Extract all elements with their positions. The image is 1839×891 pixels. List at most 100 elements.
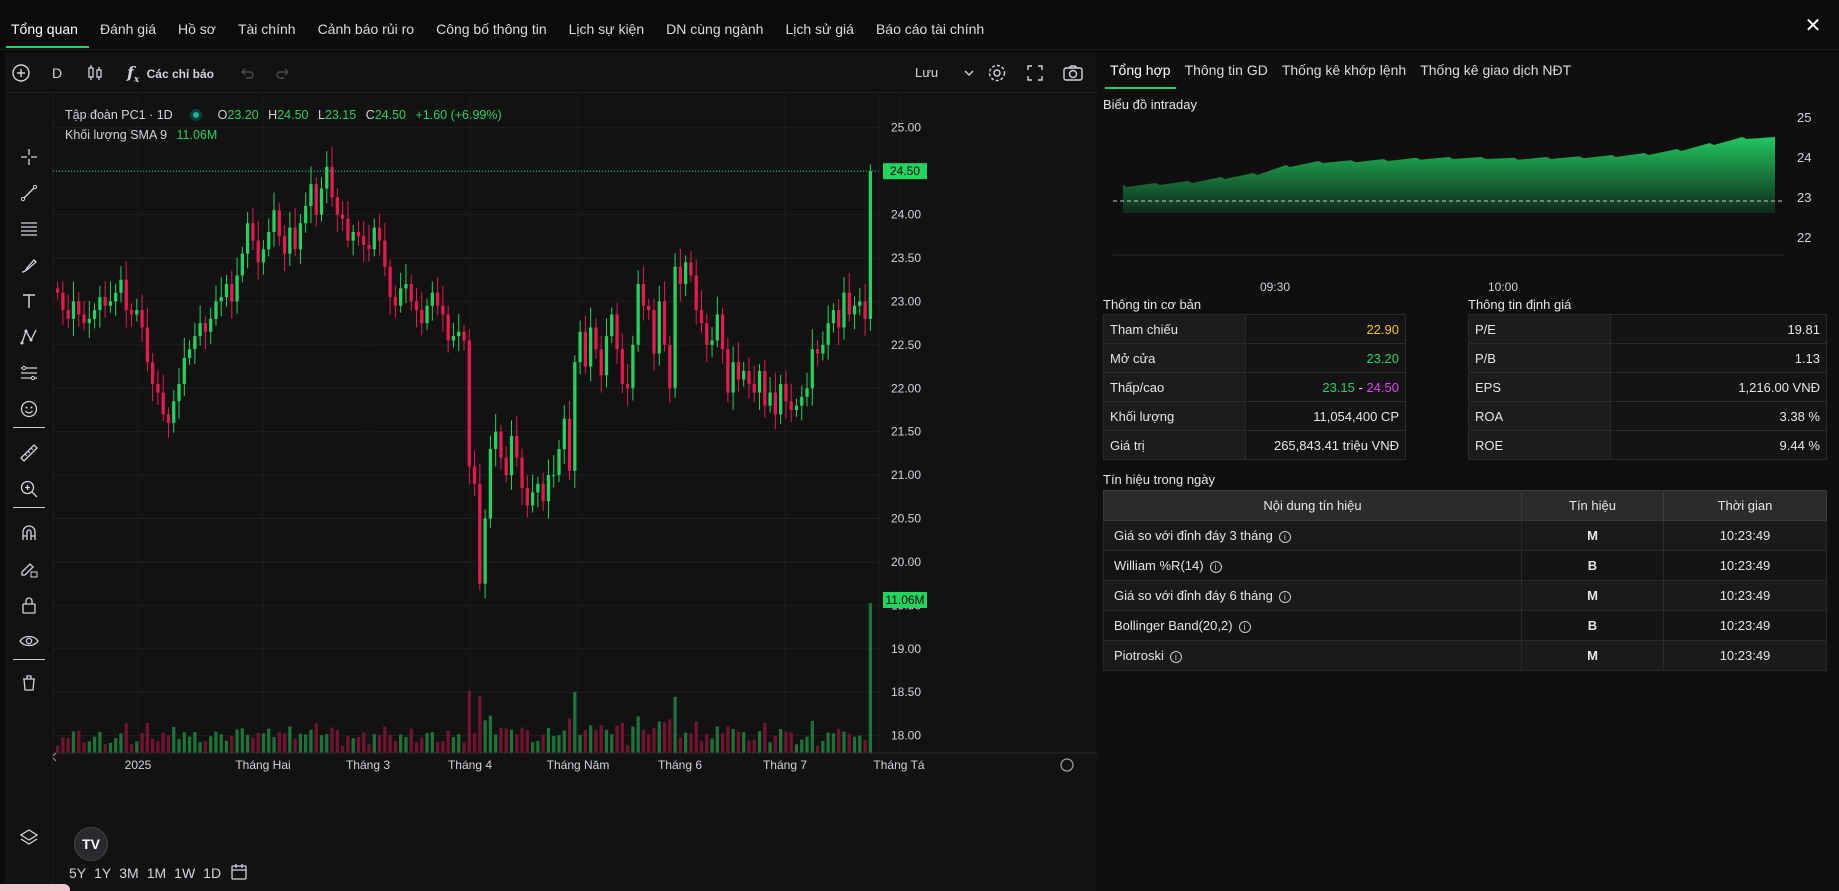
volume-bar: [293, 738, 297, 753]
tab-profile[interactable]: Hồ sơ: [167, 0, 227, 50]
candle: [288, 227, 292, 254]
signal-badge: M: [1521, 520, 1664, 551]
candle: [256, 240, 260, 263]
info-icon[interactable]: i: [1278, 590, 1291, 603]
intraday-area: [1123, 137, 1775, 213]
table-row[interactable]: Giá so với đỉnh đáy 3 tháng i M 10:23:49: [1103, 520, 1827, 551]
x-tick-label: 2025: [125, 758, 152, 772]
tab-rating[interactable]: Đánh giá: [89, 0, 167, 50]
candle: [224, 284, 229, 298]
tab-financial-reports[interactable]: Báo cáo tài chính: [865, 0, 995, 50]
table-row[interactable]: Bollinger Band(20,2) i B 10:23:49: [1103, 610, 1827, 641]
volume-bar: [446, 730, 450, 753]
interval-button[interactable]: D: [52, 63, 62, 83]
volume-bar: [662, 722, 667, 753]
range-1w[interactable]: 1W: [170, 861, 199, 885]
signal-badge: B: [1521, 610, 1664, 641]
tab-overview[interactable]: Tổng quan: [0, 0, 89, 50]
range-1y[interactable]: 1Y: [90, 861, 115, 885]
info-icon[interactable]: i: [1209, 560, 1222, 573]
crosshair-tool[interactable]: [19, 147, 39, 167]
range-selector: 5Y 1Y 3M 1M 1W 1D: [65, 861, 253, 885]
trendline-tool[interactable]: [19, 183, 39, 203]
indicators-button[interactable]: fx Các chỉ báo: [127, 63, 214, 85]
range-1m[interactable]: 1M: [143, 861, 170, 885]
range-5y[interactable]: 5Y: [65, 861, 90, 885]
last-price-label: 24.50: [890, 164, 920, 178]
add-symbol-button[interactable]: [11, 63, 31, 83]
volume-bar: [251, 737, 255, 753]
table-row[interactable]: William %R(14) i B 10:23:49: [1103, 550, 1827, 581]
tab-price-history[interactable]: Lịch sử giá: [774, 0, 865, 50]
candle: [77, 301, 81, 315]
intraday-chart[interactable]: 25 24 23 22 09:30 10:00: [1103, 113, 1833, 303]
candle: [251, 223, 255, 241]
signal-badge: M: [1521, 640, 1664, 671]
zoom-tool[interactable]: [19, 479, 39, 499]
close-button[interactable]: ✕: [1803, 16, 1823, 36]
roa-value: 3.38 %: [1610, 401, 1827, 431]
chart-type-button[interactable]: [85, 63, 105, 83]
axis-settings-icon[interactable]: [1060, 758, 1074, 772]
candle: [546, 475, 551, 502]
volume-bar: [615, 725, 619, 753]
lock-drawing-tool[interactable]: [19, 559, 39, 579]
volume-bar: [156, 741, 160, 753]
info-icon[interactable]: i: [1238, 620, 1251, 633]
info-icon[interactable]: i: [1278, 530, 1291, 543]
tab-disclosure[interactable]: Công bố thông tin: [425, 0, 558, 50]
tab-finance[interactable]: Tài chính: [227, 0, 307, 50]
tab-matching-stats[interactable]: Thống kê khớp lệnh: [1275, 53, 1413, 87]
save-button[interactable]: Lưu: [915, 63, 938, 83]
pattern-tool[interactable]: [19, 327, 39, 347]
magnet-tool[interactable]: [19, 523, 39, 543]
visibility-tool[interactable]: [19, 631, 39, 651]
fib-tool[interactable]: [19, 219, 39, 239]
lock-icon: [22, 597, 36, 614]
candle: [684, 262, 688, 285]
range-1d[interactable]: 1D: [199, 861, 225, 885]
tab-risk-warning[interactable]: Cảnh báo rủi ro: [307, 0, 426, 50]
save-dropdown[interactable]: [962, 63, 976, 83]
fullscreen-button[interactable]: [1025, 63, 1045, 83]
candle: [92, 310, 97, 319]
date-range-button[interactable]: [225, 861, 253, 885]
info-icon[interactable]: i: [1169, 650, 1182, 663]
tradingview-logo[interactable]: TV: [74, 827, 108, 861]
volume-bar: [589, 725, 593, 753]
delete-tool[interactable]: [19, 673, 39, 693]
tab-peers[interactable]: DN cùng ngành: [655, 0, 774, 50]
volume-bar: [108, 742, 113, 753]
candle: [108, 301, 113, 306]
table-row[interactable]: Giá so với đỉnh đáy 6 tháng i M 10:23:49: [1103, 580, 1827, 611]
projection-tool[interactable]: [19, 363, 39, 383]
tab-trading-info[interactable]: Thông tin GD: [1178, 53, 1275, 87]
volume-bar: [578, 734, 582, 753]
brush-tool[interactable]: [19, 255, 39, 275]
volume-bar: [335, 730, 339, 753]
volume-bar: [182, 732, 186, 753]
tab-events[interactable]: Lịch sự kiện: [558, 0, 656, 50]
candle: [435, 292, 440, 306]
price-chart[interactable]: 25.00 24.50 24.00 23.50 23.00 22.50 22.00 21.50…: [53, 93, 1097, 853]
emoji-tool[interactable]: [19, 399, 39, 419]
volume-bar: [810, 721, 814, 753]
candle: [388, 266, 392, 298]
tab-investor-stats[interactable]: Thống kê giao dịch NĐT: [1413, 53, 1578, 87]
lock-tool[interactable]: [19, 595, 39, 615]
ruler-tool[interactable]: [19, 443, 39, 463]
object-tree-tool[interactable]: [19, 827, 39, 847]
screenshot-button[interactable]: [1062, 63, 1084, 83]
summary-panel: Tổng hợp Thông tin GD Thống kê khớp lệnh…: [1097, 53, 1839, 891]
candle: [578, 331, 582, 363]
table-row[interactable]: Piotroski i M 10:23:49: [1103, 640, 1827, 671]
redo-button[interactable]: [273, 63, 293, 83]
volume-bar: [414, 742, 419, 753]
candle: [641, 284, 646, 306]
settings-button[interactable]: [987, 63, 1007, 83]
text-tool[interactable]: [19, 291, 39, 311]
candle: [261, 249, 266, 263]
tab-summary[interactable]: Tổng hợp: [1103, 53, 1178, 89]
undo-button[interactable]: [237, 63, 257, 83]
range-3m[interactable]: 3M: [115, 861, 142, 885]
